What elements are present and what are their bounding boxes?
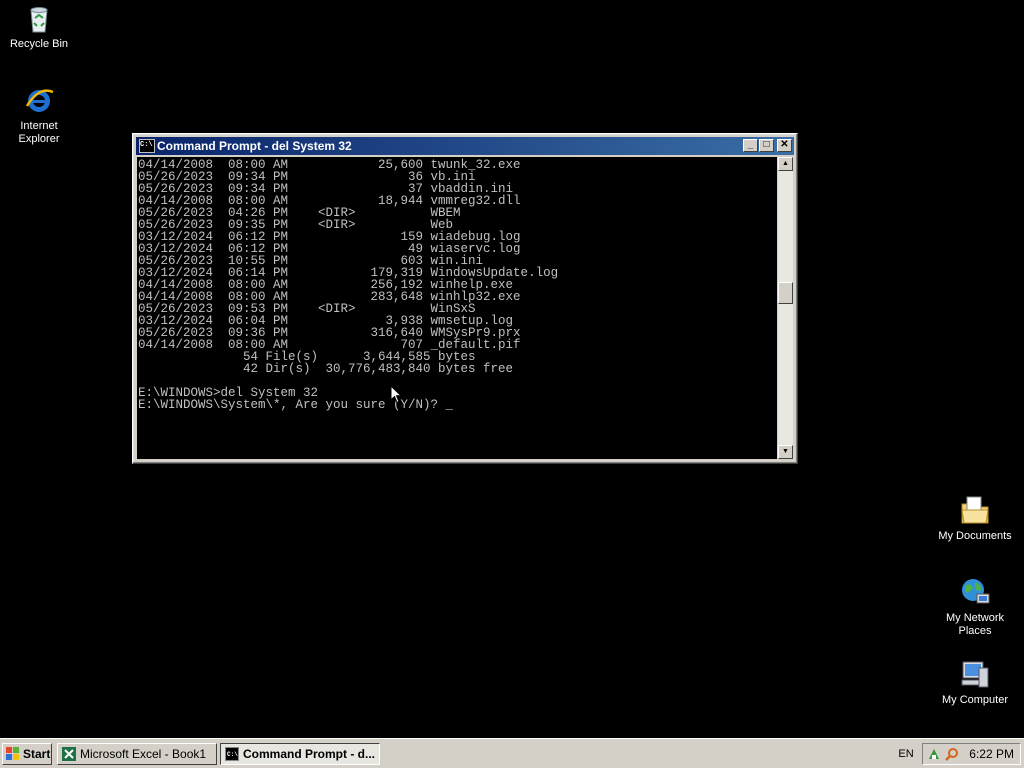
computer-icon <box>959 658 991 690</box>
my-computer-label: My Computer <box>941 694 1009 706</box>
documents-folder-icon <box>959 494 991 526</box>
mouse-cursor-icon <box>390 385 402 404</box>
taskbar-command-prompt-label: Command Prompt - d... <box>243 747 375 761</box>
my-network-places-shortcut[interactable]: My Network Places <box>937 576 1013 638</box>
windows-logo-icon <box>6 747 20 761</box>
recycle-bin-icon <box>23 2 55 34</box>
close-button[interactable]: ✕ <box>777 139 792 152</box>
language-indicator[interactable]: EN <box>896 746 916 762</box>
recycle-bin-label: Recycle Bin <box>9 38 69 50</box>
window-title: Command Prompt - del System 32 <box>157 139 352 153</box>
maximize-button[interactable]: □ <box>759 139 774 152</box>
scroll-up-arrow-icon[interactable]: ▲ <box>778 157 793 171</box>
taskbar: Start Microsoft Excel - Book1 C:\ Comman… <box>0 738 1024 768</box>
my-documents-label: My Documents <box>938 530 1012 542</box>
vertical-scrollbar[interactable]: ▲ ▼ <box>778 157 793 459</box>
network-tray-icon[interactable] <box>927 747 941 761</box>
console-output[interactable]: 04/14/2008 08:00 AM 25,600 twunk_32.exe … <box>137 157 777 459</box>
command-prompt-window[interactable]: C:\ Command Prompt - del System 32 _ □ ✕… <box>132 133 798 464</box>
command-prompt-icon: C:\ <box>225 747 239 761</box>
scrollbar-thumb[interactable] <box>778 282 793 304</box>
scroll-down-arrow-icon[interactable]: ▼ <box>778 445 793 459</box>
internet-explorer-icon <box>23 84 55 116</box>
recycle-bin-shortcut[interactable]: Recycle Bin <box>1 2 77 51</box>
minimize-button[interactable]: _ <box>743 139 758 152</box>
command-prompt-icon: C:\ <box>139 139 155 153</box>
svg-text:C:\: C:\ <box>227 751 238 758</box>
taskbar-item-excel[interactable]: Microsoft Excel - Book1 <box>57 743 217 765</box>
excel-icon <box>62 747 76 761</box>
start-button[interactable]: Start <box>2 743 52 765</box>
title-bar[interactable]: C:\ Command Prompt - del System 32 _ □ ✕ <box>136 137 794 155</box>
search-tray-icon[interactable] <box>945 747 959 761</box>
clock[interactable]: 6:22 PM <box>969 744 1014 764</box>
taskbar-item-command-prompt[interactable]: C:\ Command Prompt - d... <box>220 743 380 765</box>
taskbar-excel-label: Microsoft Excel - Book1 <box>80 747 207 761</box>
network-globe-icon <box>959 576 991 608</box>
internet-explorer-label: Internet Explorer <box>18 120 60 145</box>
my-documents-shortcut[interactable]: My Documents <box>937 494 1013 543</box>
start-label: Start <box>23 747 51 761</box>
console-text: 04/14/2008 08:00 AM 25,600 twunk_32.exe … <box>138 158 559 412</box>
my-computer-shortcut[interactable]: My Computer <box>937 658 1013 707</box>
system-tray: 6:22 PM <box>922 743 1021 765</box>
my-network-places-label: My Network Places <box>945 612 1005 637</box>
internet-explorer-shortcut[interactable]: Internet Explorer <box>1 84 77 146</box>
